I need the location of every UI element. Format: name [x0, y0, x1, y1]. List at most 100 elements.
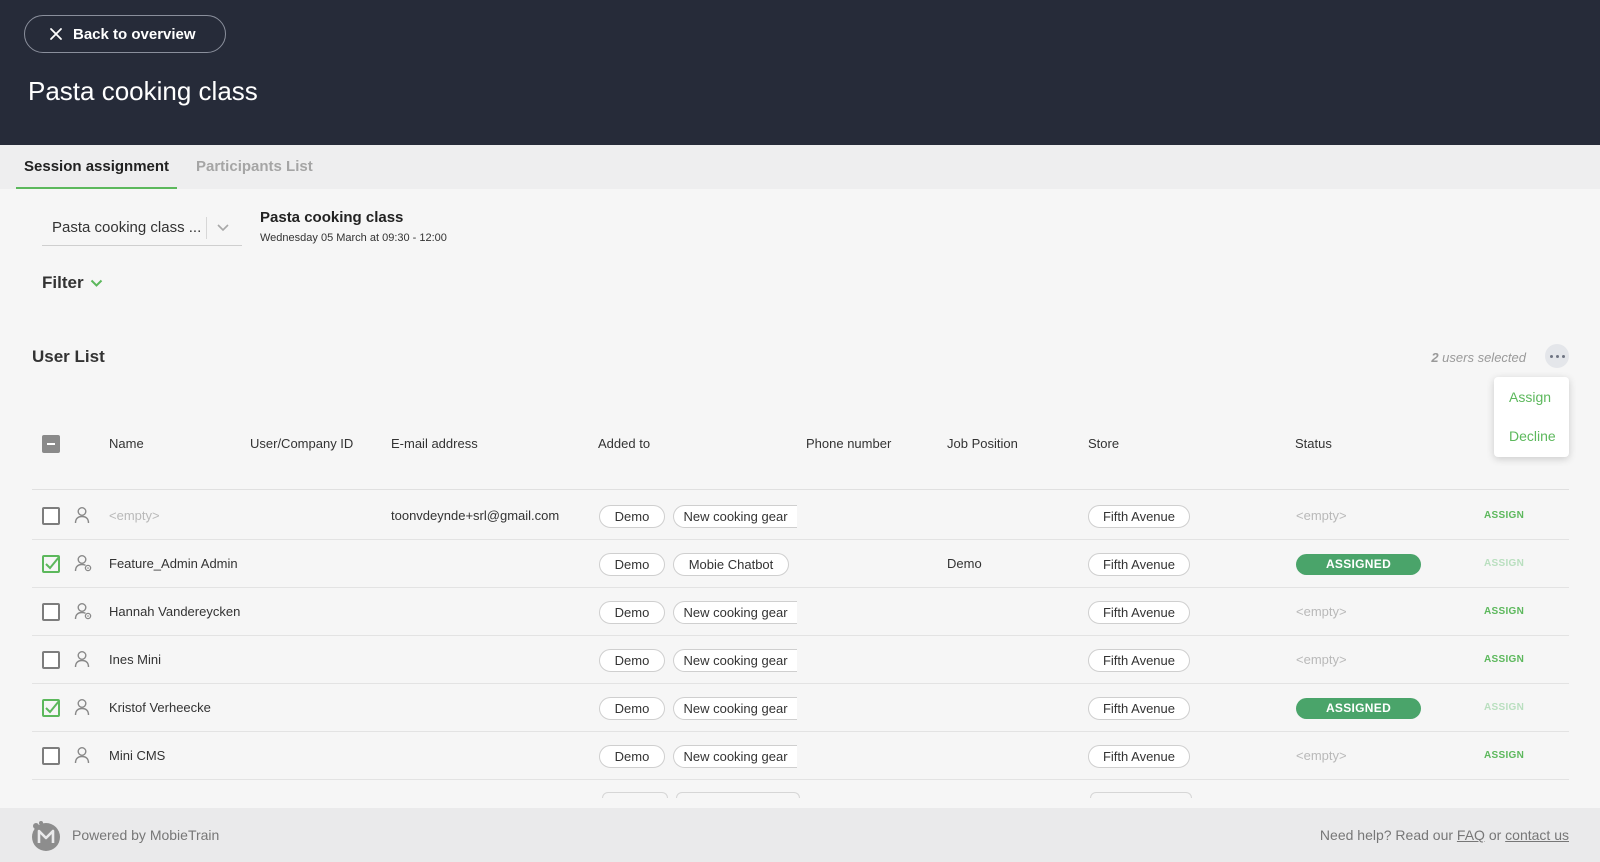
- more-actions-button[interactable]: [1545, 344, 1569, 368]
- user-name: Kristof Verheecke: [109, 700, 211, 715]
- chevron-down-icon: [217, 223, 229, 231]
- assign-button[interactable]: ASSIGN: [1484, 492, 1524, 540]
- tab-participants-list[interactable]: Participants List: [196, 145, 313, 189]
- user-email: toonvdeynde+srl@gmail.com: [391, 508, 560, 523]
- row-checkbox[interactable]: [42, 603, 60, 621]
- status-empty: <empty>: [1296, 652, 1347, 667]
- row-checkbox[interactable]: [42, 507, 60, 525]
- row-checkbox[interactable]: [42, 747, 60, 765]
- column-header-user-id[interactable]: User/Company ID: [250, 436, 353, 451]
- added-to-tag: Demo: [599, 601, 665, 624]
- back-to-overview-button[interactable]: Back to overview: [24, 15, 226, 53]
- table-row: Kristof Verheecke Demo New cooking gear Fif…: [32, 684, 1569, 732]
- store-tag: Fifth Avenue: [1088, 697, 1190, 720]
- selected-count-suffix: users selected: [1438, 350, 1526, 365]
- user-name: Ines Mini: [109, 652, 162, 667]
- user-name: Feature_Admin Admin: [109, 556, 238, 571]
- menu-item-assign[interactable]: Assign: [1509, 389, 1551, 405]
- added-to-tag: Demo: [599, 697, 665, 720]
- row-checkbox[interactable]: [42, 555, 60, 573]
- added-to-tag: Demo: [599, 505, 665, 528]
- table-row: <empty> toonvdeynde+srl@gmail.com Demo New …: [32, 492, 1569, 540]
- user-icon: [74, 506, 90, 529]
- status-empty: <empty>: [1296, 748, 1347, 763]
- session-info: Pasta cooking class Wednesday 05 March a…: [260, 209, 447, 244]
- page-header: Back to overview Pasta cooking class: [0, 0, 1600, 145]
- store-tag: Fifth Avenue: [1088, 745, 1190, 768]
- status-empty: <empty>: [1296, 604, 1347, 619]
- assign-button[interactable]: ASSIGN: [1484, 540, 1524, 588]
- dot: [1549, 354, 1553, 358]
- help-prefix: Need help? Read our: [1319, 827, 1457, 843]
- user-name: Hannah Vandereycken: [109, 604, 241, 619]
- user-admin-icon: [74, 554, 92, 577]
- status-empty: <empty>: [1296, 508, 1347, 523]
- assign-button[interactable]: ASSIGN: [1484, 732, 1524, 780]
- added-to-tag: New cooking gear: [673, 505, 797, 528]
- user-icon: [74, 650, 90, 673]
- session-title: Pasta cooking class: [260, 209, 404, 226]
- footer: Powered by MobieTrain Need help? Read ou…: [0, 808, 1600, 862]
- column-header-email[interactable]: E-mail address: [391, 436, 478, 451]
- row-checkbox[interactable]: [42, 699, 60, 717]
- column-header-added-to[interactable]: Added to: [598, 436, 650, 451]
- menu-item-decline[interactable]: Decline: [1509, 428, 1556, 444]
- added-to-tag: Demo: [599, 649, 665, 672]
- status-badge: ASSIGNED: [1296, 554, 1421, 575]
- mobietrain-logo-icon: [32, 821, 60, 851]
- powered-by-text: Powered by MobieTrain: [72, 827, 220, 843]
- store-tag: Fifth Avenue: [1088, 649, 1190, 672]
- row-peek-pill: [1090, 792, 1192, 798]
- session-select[interactable]: Pasta cooking class ...: [42, 210, 242, 246]
- session-select-value: Pasta cooking class ...: [52, 219, 202, 236]
- help-text: Need help? Read our FAQ or contact us: [1320, 827, 1569, 843]
- added-to-tag: New cooking gear: [673, 649, 797, 672]
- row-peek-pill: [602, 792, 668, 798]
- table-row: Hannah Vandereycken Demo New cooking gear F…: [32, 588, 1569, 636]
- column-header-name[interactable]: Name: [109, 436, 144, 451]
- assign-button[interactable]: ASSIGN: [1484, 684, 1524, 732]
- table-row: Feature_Admin Admin Demo Mobie Chatbot Demo…: [32, 540, 1569, 588]
- select-all-checkbox[interactable]: [42, 435, 60, 453]
- added-to-tag: New cooking gear: [673, 745, 797, 768]
- status-badge: ASSIGNED: [1296, 698, 1421, 719]
- select-divider: [206, 216, 207, 239]
- column-header-phone[interactable]: Phone number: [806, 436, 891, 451]
- assign-button[interactable]: ASSIGN: [1484, 636, 1524, 684]
- faq-link[interactable]: FAQ: [1457, 827, 1485, 843]
- selected-count-number: 2: [1431, 350, 1439, 365]
- added-to-tag: New cooking gear: [673, 601, 797, 624]
- dot: [1561, 354, 1565, 358]
- session-datetime: Wednesday 05 March at 09:30 - 12:00: [260, 232, 447, 244]
- help-or: or: [1484, 827, 1506, 843]
- dot: [1555, 354, 1559, 358]
- store-tag: Fifth Avenue: [1088, 553, 1190, 576]
- page-title: Pasta cooking class: [28, 76, 258, 106]
- contact-us-link[interactable]: contact us: [1505, 827, 1569, 843]
- tab-session-assignment[interactable]: Session assignment: [16, 145, 178, 189]
- user-icon: [74, 746, 90, 769]
- filter-toggle[interactable]: Filter: [42, 273, 103, 293]
- store-tag: Fifth Avenue: [1088, 601, 1190, 624]
- added-to-tag: Demo: [599, 745, 665, 768]
- added-to-tag: Mobie Chatbot: [673, 553, 789, 576]
- user-list-title: User List: [32, 347, 105, 366]
- user-name: Mini CMS: [109, 748, 166, 763]
- column-header-job-position[interactable]: Job Position: [947, 436, 1018, 451]
- chevron-down-icon: [90, 279, 102, 287]
- table-row: Ines Mini Demo New cooking gear Fifth Avenu…: [32, 636, 1569, 684]
- row-checkbox[interactable]: [42, 651, 60, 669]
- back-button-label: Back to overview: [73, 25, 196, 43]
- table-row: Mini CMS Demo New cooking gear Fifth Avenue…: [32, 732, 1569, 780]
- column-header-status[interactable]: Status: [1295, 436, 1332, 451]
- bulk-actions-menu: Assign Decline: [1494, 377, 1569, 457]
- selected-count: 2 users selected: [1431, 350, 1526, 365]
- assign-button[interactable]: ASSIGN: [1484, 588, 1524, 636]
- row-peek-pill: [676, 792, 800, 798]
- user-icon: [74, 698, 90, 721]
- column-header-store[interactable]: Store: [1088, 436, 1119, 451]
- close-icon: [50, 28, 62, 40]
- user-name: <empty>: [109, 508, 160, 523]
- job-position: Demo: [947, 556, 982, 571]
- store-tag: Fifth Avenue: [1088, 505, 1190, 528]
